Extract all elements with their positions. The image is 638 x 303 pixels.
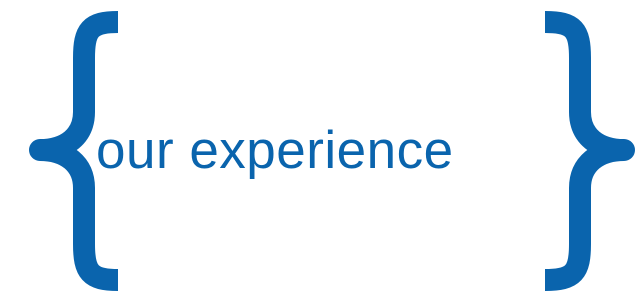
experience-banner: our experience — [0, 0, 638, 303]
banner-heading: our experience — [96, 121, 454, 180]
